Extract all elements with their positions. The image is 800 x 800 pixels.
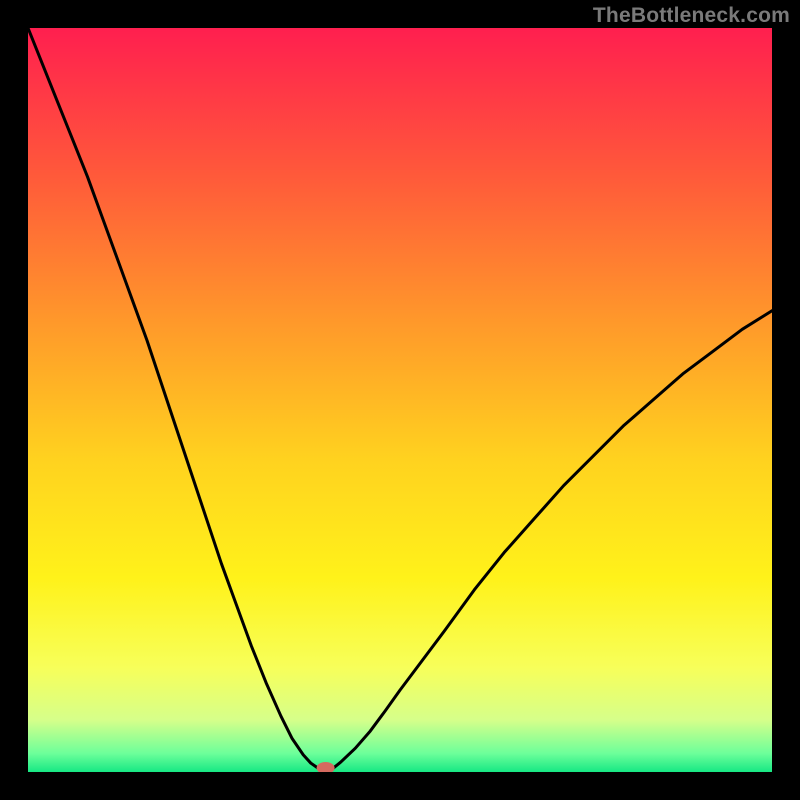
bottleneck-chart	[28, 28, 772, 772]
gradient-background	[28, 28, 772, 772]
plot-area	[28, 28, 772, 772]
chart-frame	[28, 28, 772, 772]
watermark-text: TheBottleneck.com	[593, 4, 790, 28]
